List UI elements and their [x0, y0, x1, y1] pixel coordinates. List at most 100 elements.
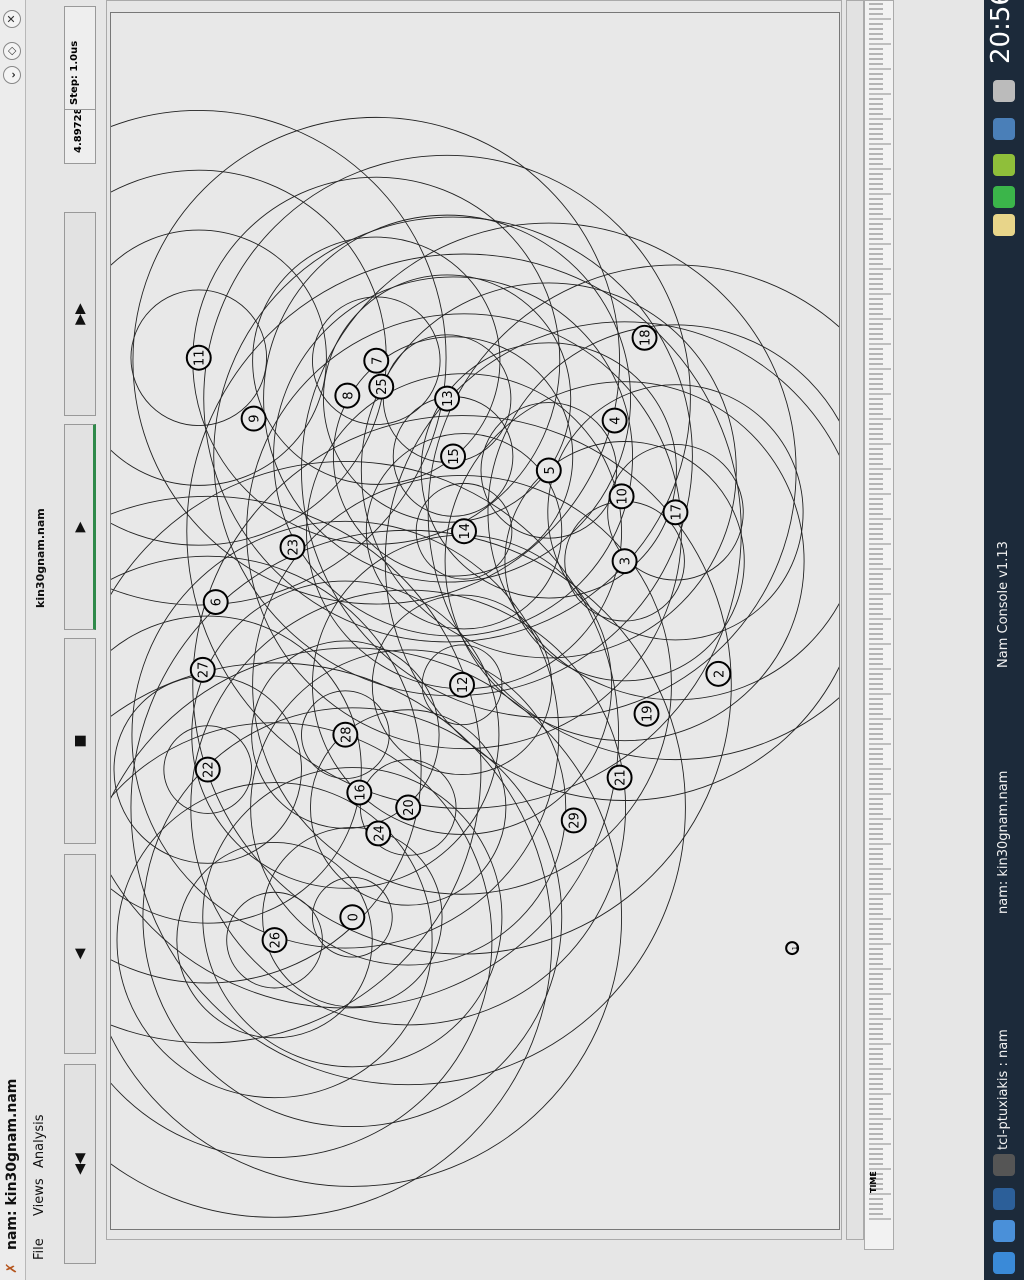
transmission-ring [110, 615, 362, 924]
network-node[interactable]: 21 [606, 764, 633, 791]
network-node[interactable]: 3 [611, 548, 638, 575]
network-node[interactable]: 12 [449, 671, 475, 698]
timeline-slider[interactable]: TIME [864, 0, 894, 1250]
clock: 20:56 [986, 0, 1016, 64]
timeline-label: TIME [869, 1171, 878, 1193]
menu-bar: File Views Analysis kin30gnam.nam [28, 0, 56, 1280]
window-title: nam: kin30gnam.nam [4, 1078, 20, 1250]
home-icon[interactable] [993, 1220, 1015, 1242]
node-label: 4 [609, 416, 624, 424]
network-node[interactable]: 10 [608, 483, 635, 510]
maximize-button[interactable]: ◇ [3, 42, 21, 60]
task-item-nam-console[interactable]: Nam Console v1.13 [990, 541, 1018, 668]
settings-icon[interactable] [993, 154, 1015, 176]
node-label: 17 [669, 504, 684, 520]
network-node[interactable]: 15 [440, 443, 467, 470]
network-node[interactable]: 20 [395, 794, 422, 821]
node-label: 8 [341, 391, 356, 399]
node-label: 23 [286, 539, 301, 555]
shade-button[interactable]: ⌄ [3, 66, 21, 84]
browser-icon[interactable] [993, 1188, 1015, 1210]
horizontal-scrollbar[interactable] [846, 0, 864, 1240]
file-title: kin30gnam.nam [34, 508, 47, 608]
node-label: 22 [202, 761, 217, 777]
stop-button[interactable]: ■ [64, 638, 96, 844]
transmission-ring [110, 722, 493, 1158]
node-label: 14 [458, 523, 473, 539]
node-label: 10 [616, 488, 631, 504]
network-node[interactable]: 1 [785, 941, 799, 956]
kde-menu-icon[interactable] [993, 1252, 1015, 1274]
terminal-icon[interactable] [993, 1154, 1015, 1176]
network-node[interactable]: 16 [346, 779, 373, 806]
task-item-terminal[interactable]: tcl-ptuxiakis : nam [990, 1029, 1018, 1150]
node-label: 11 [193, 349, 208, 365]
node-label: 0 [346, 913, 361, 921]
node-label: 18 [639, 330, 654, 346]
node-label: 5 [543, 466, 558, 474]
network-node[interactable]: 9 [240, 405, 267, 432]
network-node[interactable]: 28 [332, 721, 359, 748]
network-node[interactable]: 11 [185, 344, 212, 371]
network-node[interactable]: 18 [631, 324, 658, 351]
network-node[interactable]: 22 [194, 756, 221, 783]
node-label: 21 [614, 769, 629, 785]
battery-icon [993, 80, 1015, 102]
network-node[interactable]: 19 [633, 700, 660, 727]
menu-views[interactable]: Views [32, 1178, 47, 1216]
network-node[interactable]: 24 [365, 820, 392, 847]
network-node[interactable]: 25 [368, 373, 395, 400]
node-label: 27 [197, 662, 212, 678]
network-node[interactable]: 2 [705, 660, 732, 687]
play-backward-button[interactable]: ◀ [64, 854, 96, 1054]
task-item-nam-window[interactable]: nam: kin30gnam.nam [990, 771, 1018, 914]
node-label: 26 [269, 932, 284, 948]
network-node[interactable]: 5 [535, 457, 562, 484]
node-label: 29 [568, 812, 583, 828]
node-label: 19 [641, 706, 656, 722]
node-label: 1 [791, 946, 799, 950]
network-node[interactable]: 26 [261, 927, 288, 954]
node-label: 16 [353, 784, 368, 800]
network-icon[interactable] [993, 186, 1015, 208]
taskbar: tcl-ptuxiakis : nam nam: kin30gnam.nam N… [984, 0, 1024, 1280]
node-label: 2 [712, 670, 727, 678]
node-label: 15 [447, 448, 462, 464]
network-node[interactable]: 4 [601, 407, 628, 434]
network-node[interactable]: 13 [434, 385, 461, 412]
node-label: 6 [210, 598, 225, 606]
node-label: 12 [456, 677, 471, 693]
node-label: 9 [248, 414, 263, 422]
menu-file[interactable]: File [32, 1238, 47, 1260]
fast-forward-button[interactable]: ▶▶ [64, 212, 96, 416]
network-node[interactable]: 17 [662, 499, 689, 526]
transmission-ring [110, 495, 482, 1044]
node-label: 25 [375, 378, 390, 394]
network-node[interactable]: 8 [334, 382, 361, 409]
node-label: 3 [619, 557, 634, 565]
playback-toolbar: ◀◀ ◀ ■ ▶ ▶▶ 4.897288 Step: 1.0us [58, 0, 102, 1280]
network-node[interactable]: 14 [451, 518, 477, 545]
close-button[interactable]: ✕ [3, 10, 21, 28]
node-label: 24 [372, 825, 387, 841]
network-node[interactable]: 27 [189, 656, 216, 683]
network-node[interactable]: 6 [202, 589, 229, 616]
network-node[interactable]: 0 [339, 904, 366, 931]
network-node[interactable]: 29 [560, 807, 587, 834]
step-control[interactable]: Step: 1.0us [64, 6, 96, 110]
folder-icon[interactable] [993, 214, 1015, 236]
step-label: Step: 1.0us [69, 40, 80, 105]
network-animation-canvas[interactable]: 0123456789101112131415161718192021222324… [110, 12, 840, 1230]
node-label: 28 [339, 726, 354, 742]
play-forward-button[interactable]: ▶ [64, 424, 96, 630]
node-label: 7 [370, 357, 385, 365]
network-node[interactable]: 7 [363, 347, 390, 374]
nam-logo-icon: ✗ [4, 1262, 20, 1274]
menu-analysis[interactable]: Analysis [32, 1114, 47, 1168]
title-bar: ✗ nam: kin30gnam.nam ⌄ ◇ ✕ [0, 0, 26, 1280]
network-node[interactable]: 23 [279, 534, 306, 561]
display-icon[interactable] [993, 118, 1015, 140]
timeline-ticks [869, 3, 891, 1220]
node-label: 13 [441, 390, 456, 406]
rewind-button[interactable]: ◀◀ [64, 1064, 96, 1264]
